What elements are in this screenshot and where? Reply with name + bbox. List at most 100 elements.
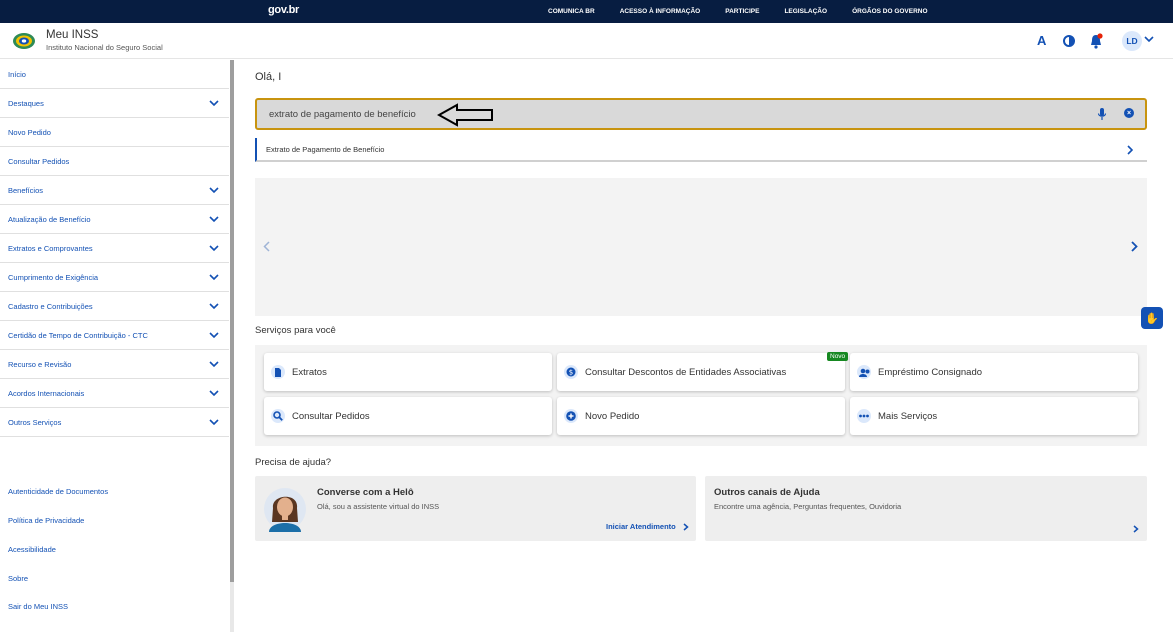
sidebar-item-label: Consultar Pedidos: [8, 156, 70, 166]
accessibility-hand-icon[interactable]: ✋: [1141, 307, 1163, 329]
sidebar-item-label: Outros Serviços: [8, 417, 62, 427]
gov-link-acesso[interactable]: ACESSO À INFORMAÇÃO: [620, 8, 701, 15]
sidebar-item-label: Cumprimento de Exigência: [8, 272, 99, 282]
money-icon: $: [564, 365, 578, 379]
service-novo-pedido[interactable]: Novo Pedido: [557, 397, 845, 435]
footer-link-sobre[interactable]: Sobre: [8, 574, 28, 583]
sidebar-item-beneficios[interactable]: Benefícios: [0, 176, 229, 205]
new-badge: Novo: [827, 352, 849, 361]
chevron-down-icon: [209, 100, 219, 107]
banner-carousel: [255, 178, 1147, 316]
chevron-down-icon: [209, 303, 219, 310]
user-avatar[interactable]: LD: [1122, 31, 1142, 51]
carousel-prev-icon[interactable]: [263, 241, 270, 252]
service-mais-servicos[interactable]: Mais Serviços: [850, 397, 1138, 435]
service-extratos[interactable]: Extratos: [264, 353, 552, 391]
sidebar-item-acordos[interactable]: Acordos Internacionais: [0, 379, 229, 408]
gov-link-orgaos[interactable]: ÓRGÃOS DO GOVERNO: [852, 8, 927, 15]
carousel-next-icon[interactable]: [1131, 241, 1138, 252]
sidebar-item-recurso[interactable]: Recurso e Revisão: [0, 350, 229, 379]
sidebar-item-extratos[interactable]: Extratos e Comprovantes: [0, 234, 229, 263]
chevron-down-icon: [209, 274, 219, 281]
chevron-right-icon: [1127, 145, 1133, 155]
footer-link-privacidade[interactable]: Política de Privacidade: [8, 516, 84, 525]
font-size-icon[interactable]: A: [1037, 33, 1046, 48]
notification-bell-icon[interactable]: [1089, 33, 1103, 49]
app-subtitle: Instituto Nacional do Seguro Social: [46, 43, 163, 52]
sidebar-item-label: Acordos Internacionais: [8, 388, 85, 398]
service-label: Consultar Pedidos: [292, 410, 370, 422]
app-title: Meu INSS: [46, 29, 99, 41]
sidebar-item-label: Extratos e Comprovantes: [8, 243, 93, 253]
microphone-icon[interactable]: [1097, 107, 1107, 121]
gov-links: COMUNICA BR ACESSO À INFORMAÇÃO PARTICIP…: [548, 0, 953, 23]
sidebar-item-atualizacao[interactable]: Atualização de Benefício: [0, 205, 229, 234]
gov-link-legislacao[interactable]: LEGISLAÇÃO: [784, 8, 827, 15]
gov-link-participe[interactable]: PARTICIPE: [725, 8, 759, 15]
helo-subtitle: Olá, sou a assistente virtual do INSS: [317, 502, 440, 511]
search-icon: [271, 409, 285, 423]
sidebar-item-inicio[interactable]: Início: [0, 60, 229, 89]
chevron-down-icon: [209, 390, 219, 397]
search-suggestion-label: Extrato de Pagamento de Benefício: [266, 145, 385, 154]
sidebar-item-label: Recurso e Revisão: [8, 359, 72, 369]
helo-assistant-avatar: [264, 488, 306, 532]
app-header: Meu INSS Instituto Nacional do Seguro So…: [0, 23, 1173, 59]
sidebar-item-cadastro[interactable]: Cadastro e Contribuições: [0, 292, 229, 321]
gov-top-bar: gov.br COMUNICA BR ACESSO À INFORMAÇÃO P…: [0, 0, 1173, 23]
chevron-right-icon[interactable]: [683, 523, 689, 531]
annotation-arrow-icon: [437, 103, 493, 127]
search-input[interactable]: extrato de pagamento de benefício: [255, 98, 1147, 130]
sidebar-item-novo-pedido[interactable]: Novo Pedido: [0, 118, 229, 147]
services-title: Serviços para você: [255, 325, 336, 336]
service-label: Consultar Descontos de Entidades Associa…: [585, 366, 787, 378]
service-consultar-descontos[interactable]: $ Consultar Descontos de Entidades Assoc…: [557, 353, 845, 391]
sidebar-item-consultar-pedidos[interactable]: Consultar Pedidos: [0, 147, 229, 176]
contrast-icon[interactable]: [1063, 35, 1075, 47]
channels-subtitle: Encontre uma agência, Perguntas frequent…: [714, 502, 902, 511]
chevron-right-icon[interactable]: [1133, 525, 1139, 533]
sidebar: Início Destaques Novo Pedido Consultar P…: [0, 60, 230, 638]
service-label: Extratos: [292, 366, 327, 378]
sidebar-item-exigencia[interactable]: Cumprimento de Exigência: [0, 263, 229, 292]
footer-link-sair[interactable]: Sair do Meu INSS: [8, 602, 68, 611]
clear-search-icon[interactable]: ×: [1124, 108, 1134, 118]
chevron-down-icon: [209, 245, 219, 252]
chevron-down-icon: [209, 187, 219, 194]
sidebar-scrollbar-track[interactable]: [230, 582, 234, 632]
sidebar-scrollbar-thumb[interactable]: [230, 60, 234, 582]
sidebar-item-label: Início: [8, 69, 26, 79]
govbr-logo[interactable]: gov.br: [268, 4, 299, 16]
chevron-down-icon[interactable]: [1144, 35, 1154, 43]
chevron-down-icon: [209, 361, 219, 368]
people-icon: [857, 365, 871, 379]
sidebar-item-label: Cadastro e Contribuições: [8, 301, 93, 311]
sidebar-item-destaques[interactable]: Destaques: [0, 89, 229, 118]
footer-link-autenticidade[interactable]: Autenticidade de Documentos: [8, 487, 108, 496]
start-chat-link[interactable]: Iniciar Atendimento: [606, 522, 676, 531]
gov-link-comunica[interactable]: COMUNICA BR: [548, 8, 595, 15]
service-label: Mais Serviços: [878, 410, 938, 422]
chevron-down-icon: [209, 419, 219, 426]
greeting: Olá, I: [255, 71, 282, 83]
channels-title: Outros canais de Ajuda: [714, 487, 820, 498]
sidebar-item-ctc[interactable]: Certidão de Tempo de Contribuição - CTC: [0, 321, 229, 350]
document-icon: [271, 365, 285, 379]
helo-title: Converse com a Helô: [317, 487, 414, 498]
service-emprestimo[interactable]: Empréstimo Consignado: [850, 353, 1138, 391]
service-label: Novo Pedido: [585, 410, 640, 422]
sidebar-item-label: Novo Pedido: [8, 127, 51, 137]
service-consultar-pedidos[interactable]: Consultar Pedidos: [264, 397, 552, 435]
services-panel: Extratos $ Consultar Descontos de Entida…: [255, 345, 1147, 446]
service-label: Empréstimo Consignado: [878, 366, 983, 378]
help-title: Precisa de ajuda?: [255, 457, 332, 468]
search-input-value[interactable]: extrato de pagamento de benefício: [269, 109, 416, 120]
sidebar-item-label: Destaques: [8, 98, 44, 108]
search-suggestion[interactable]: Extrato de Pagamento de Benefício: [255, 138, 1147, 162]
sidebar-item-label: Benefícios: [8, 185, 44, 195]
inss-logo-icon[interactable]: [12, 31, 36, 51]
sidebar-item-outros[interactable]: Outros Serviços: [0, 408, 229, 437]
plus-icon: [564, 409, 578, 423]
footer-link-acessibilidade[interactable]: Acessibilidade: [8, 545, 56, 554]
chevron-down-icon: [209, 216, 219, 223]
